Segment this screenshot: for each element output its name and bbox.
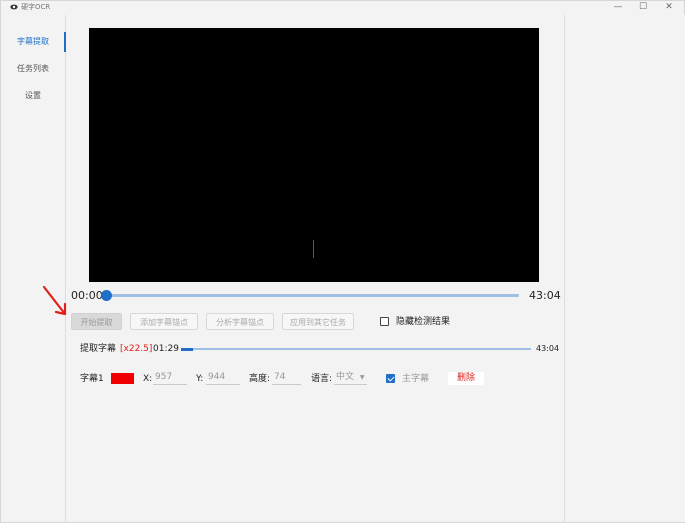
y-label: Y: (196, 374, 204, 384)
start-extract-button[interactable]: 开始提取 (71, 313, 122, 330)
language-value: 中文 (336, 372, 355, 382)
extraction-speed: [x22.5] (120, 344, 153, 354)
eye-icon (10, 4, 18, 10)
height-input[interactable]: 74 (272, 370, 301, 385)
extraction-progress-bar (181, 347, 531, 351)
chevron-down-icon: ▼ (359, 374, 365, 381)
red-arrow-annotation-icon (42, 285, 67, 316)
main-subtitle-checkbox[interactable] (386, 374, 395, 383)
language-select[interactable]: 中文 ▼ (334, 370, 367, 385)
extraction-current-time: 01:29 (153, 344, 179, 354)
analyze-anchor-button[interactable]: 分析字幕锚点 (206, 313, 274, 330)
sidebar-item-label: 设置 (25, 91, 41, 100)
active-indicator (64, 32, 66, 52)
video-preview[interactable] (89, 28, 539, 282)
add-anchor-button[interactable]: 添加字幕锚点 (130, 313, 198, 330)
sidebar-item-task-list[interactable]: 任务列表 (1, 56, 65, 82)
sidebar-item-label: 字幕提取 (17, 37, 49, 46)
y-input[interactable]: 944 (206, 370, 240, 385)
extraction-progress-fill (181, 347, 193, 351)
x-label: X: (143, 374, 153, 384)
height-label: 高度: (249, 374, 271, 384)
title-bar: 硬字OCR — ☐ ✕ (1, 1, 684, 15)
hide-results-label: 隐藏检测结果 (396, 317, 451, 327)
delete-subtitle-button[interactable]: 删除 (448, 372, 484, 385)
app-window: 硬字OCR — ☐ ✕ 字幕提取 任务列表 设置 00:00 43:04 开始提… (0, 0, 685, 523)
sidebar: 字幕提取 任务列表 设置 (1, 15, 66, 522)
subtitle-detection-marker (313, 240, 314, 258)
app-title: 硬字OCR (21, 3, 51, 11)
x-input[interactable]: 957 (153, 370, 187, 385)
subtitle-name: 字幕1 (80, 374, 104, 384)
main-subtitle-label: 主字幕 (402, 374, 430, 384)
minimize-button[interactable]: — (606, 1, 630, 15)
close-button[interactable]: ✕ (657, 1, 681, 15)
apply-other-tasks-button[interactable]: 应用到其它任务 (282, 313, 354, 330)
sidebar-item-settings[interactable]: 设置 (1, 83, 65, 109)
player-current-time: 00:00 (71, 289, 103, 302)
timeline-handle[interactable] (101, 290, 112, 301)
extraction-label: 提取字幕 (80, 344, 117, 354)
language-label: 语言: (311, 374, 333, 384)
right-panel (564, 15, 685, 522)
video-timeline[interactable] (101, 290, 519, 301)
sidebar-item-label: 任务列表 (17, 64, 49, 73)
maximize-button[interactable]: ☐ (631, 1, 655, 15)
hide-results-checkbox[interactable] (380, 317, 389, 326)
extraction-total-time: 43:04 (536, 344, 560, 353)
player-total-time: 43:04 (529, 289, 561, 302)
sidebar-item-subtitle-extract[interactable]: 字幕提取 (1, 29, 66, 55)
subtitle-color-swatch[interactable] (111, 373, 134, 384)
